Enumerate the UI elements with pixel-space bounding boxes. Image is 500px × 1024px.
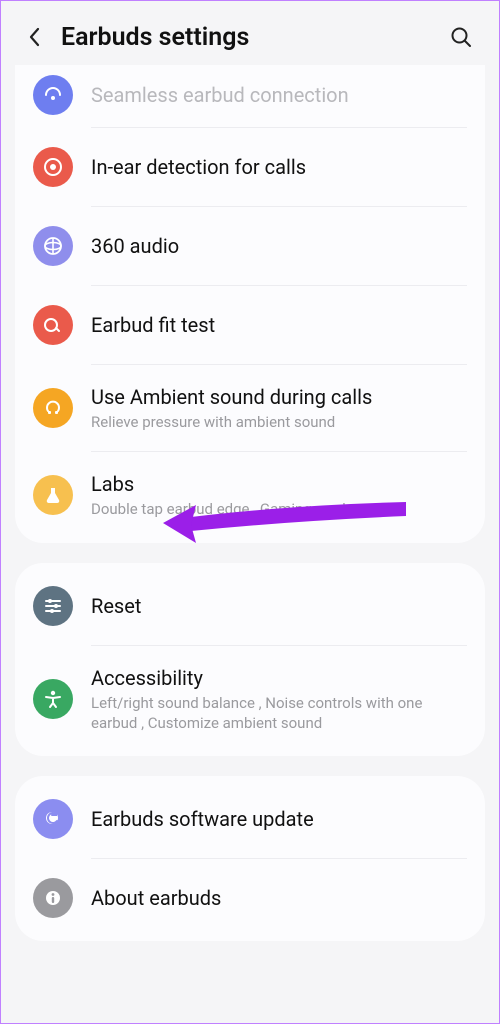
settings-row-accessibility[interactable]: Accessibility Left/right sound balance ,… (15, 646, 485, 753)
update-icon (33, 799, 73, 839)
row-title: Labs (91, 471, 467, 497)
settings-row-reset[interactable]: Reset (15, 567, 485, 645)
settings-section: Seamless earbud connection In-ear detect… (15, 65, 485, 543)
settings-section: Reset Accessibility Left/right sound bal… (15, 563, 485, 757)
row-subtitle: Left/right sound balance , Noise control… (91, 693, 467, 734)
row-title: About earbuds (91, 885, 467, 911)
row-text: Earbuds software update (91, 806, 467, 832)
row-text: Labs Double tap earbud edge , Gaming mod… (91, 471, 467, 519)
row-title: Use Ambient sound during calls (91, 384, 467, 410)
row-title: Earbud fit test (91, 312, 467, 338)
info-icon (33, 878, 73, 918)
settings-row-fit-test[interactable]: Earbud fit test (15, 286, 485, 364)
chevron-left-icon (27, 25, 43, 49)
row-subtitle: Relieve pressure with ambient sound (91, 412, 467, 432)
back-button[interactable] (17, 19, 53, 55)
row-title: Seamless earbud connection (91, 82, 467, 108)
settings-row-software-update[interactable]: Earbuds software update (15, 780, 485, 858)
row-text: About earbuds (91, 885, 467, 911)
flask-icon (33, 475, 73, 515)
row-text: Reset (91, 593, 467, 619)
row-text: Seamless earbud connection (91, 82, 467, 108)
ambient-sound-icon (33, 388, 73, 428)
row-text: In-ear detection for calls (91, 154, 467, 180)
earbud-icon (33, 305, 73, 345)
row-title: In-ear detection for calls (91, 154, 467, 180)
page-title: Earbuds settings (61, 23, 443, 52)
connection-icon (33, 75, 73, 115)
accessibility-icon (33, 679, 73, 719)
header: Earbuds settings (1, 1, 499, 73)
settings-row-seamless-connection[interactable]: Seamless earbud connection (15, 69, 485, 127)
settings-row-in-ear-detection[interactable]: In-ear detection for calls (15, 128, 485, 206)
globe-icon (33, 226, 73, 266)
row-title: Reset (91, 593, 467, 619)
row-text: Earbud fit test (91, 312, 467, 338)
row-text: Use Ambient sound during calls Relieve p… (91, 384, 467, 432)
ear-detection-icon (33, 147, 73, 187)
settings-scroll[interactable]: Seamless earbud connection In-ear detect… (1, 65, 499, 975)
row-title: 360 audio (91, 233, 467, 259)
sliders-icon (33, 586, 73, 626)
row-text: Accessibility Left/right sound balance ,… (91, 665, 467, 734)
settings-section: Earbuds software update About earbuds (15, 776, 485, 941)
search-icon (450, 26, 472, 48)
row-subtitle: Double tap earbud edge , Gaming mode (91, 499, 467, 519)
row-title: Earbuds software update (91, 806, 467, 832)
settings-row-360-audio[interactable]: 360 audio (15, 207, 485, 285)
row-title: Accessibility (91, 665, 467, 691)
settings-row-labs[interactable]: Labs Double tap earbud edge , Gaming mod… (15, 452, 485, 538)
settings-row-ambient-sound-calls[interactable]: Use Ambient sound during calls Relieve p… (15, 365, 485, 451)
search-button[interactable] (443, 19, 479, 55)
row-text: 360 audio (91, 233, 467, 259)
settings-row-about[interactable]: About earbuds (15, 859, 485, 937)
